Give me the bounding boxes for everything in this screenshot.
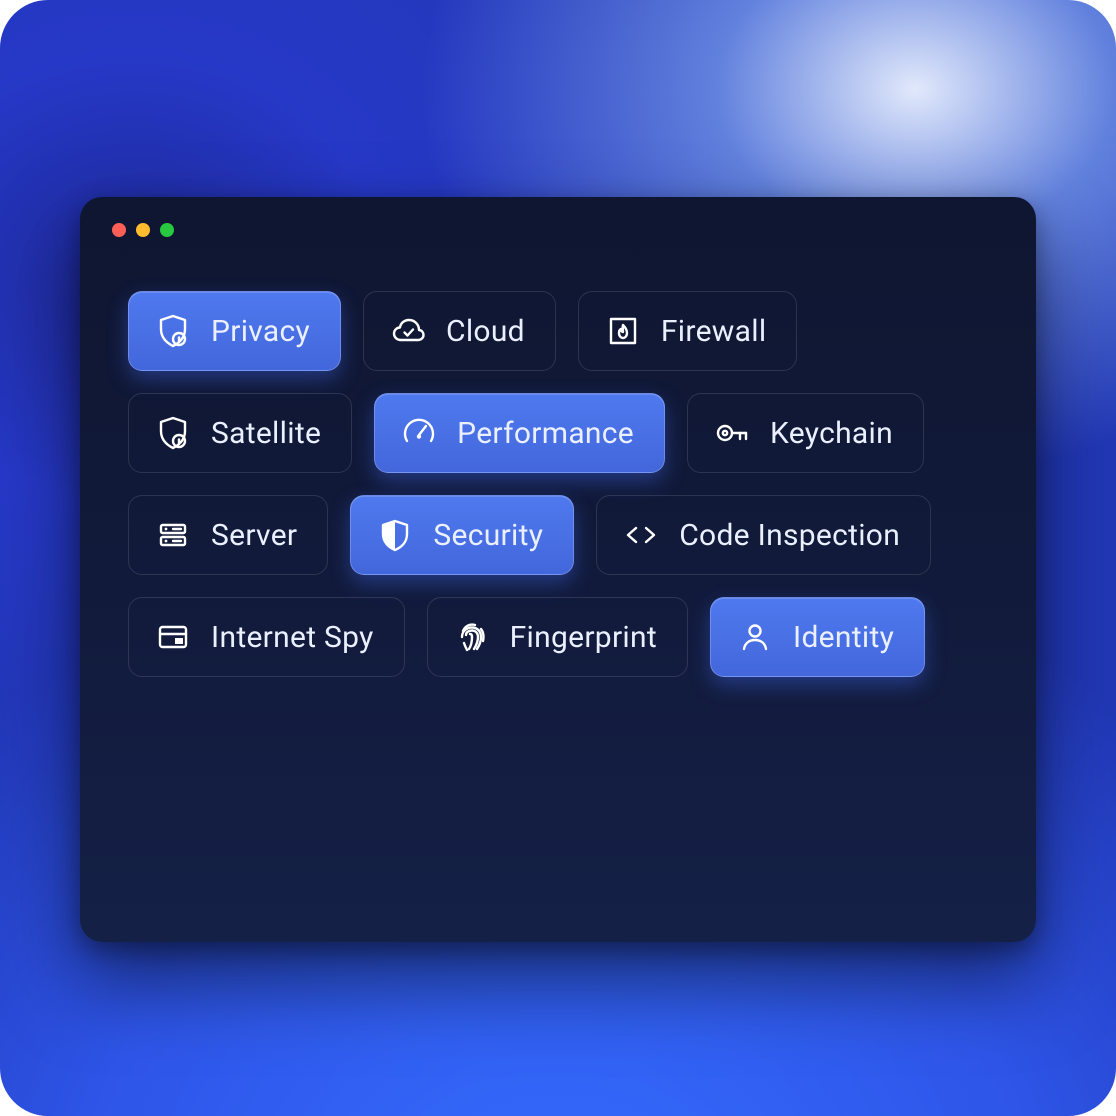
shield-lock-icon <box>155 415 191 451</box>
tag-identity[interactable]: Identity <box>710 597 925 677</box>
tag-label: Fingerprint <box>510 620 657 655</box>
tag-label: Internet Spy <box>211 620 374 655</box>
tag-label: Keychain <box>770 416 893 451</box>
fullscreen-button[interactable] <box>160 223 174 237</box>
tag-code-inspection[interactable]: Code Inspection <box>596 495 931 575</box>
key-icon <box>714 415 750 451</box>
window-controls <box>108 219 1008 237</box>
tag-firewall[interactable]: Firewall <box>578 291 798 371</box>
background: Privacy Cloud Firewall Satellite <box>0 0 1116 1116</box>
tag-label: Satellite <box>211 416 321 451</box>
tag-server[interactable]: Server <box>128 495 328 575</box>
gauge-icon <box>401 415 437 451</box>
fireplace-icon <box>605 313 641 349</box>
tag-security[interactable]: Security <box>350 495 574 575</box>
tag-label: Privacy <box>211 314 310 349</box>
tag-performance[interactable]: Performance <box>374 393 665 473</box>
fingerprint-icon <box>454 619 490 655</box>
tag-label: Identity <box>793 620 894 655</box>
tag-internet-spy[interactable]: Internet Spy <box>128 597 405 677</box>
tag-label: Cloud <box>446 314 525 349</box>
person-icon <box>737 619 773 655</box>
cloud-check-icon <box>390 313 426 349</box>
server-icon <box>155 517 191 553</box>
tag-cloud[interactable]: Cloud <box>363 291 556 371</box>
shield-lock-icon <box>155 313 191 349</box>
tag-label: Performance <box>457 416 634 451</box>
tag-keychain[interactable]: Keychain <box>687 393 924 473</box>
code-icon <box>623 517 659 553</box>
tag-grid: Privacy Cloud Firewall Satellite <box>108 291 1008 677</box>
tag-label: Security <box>433 518 543 553</box>
tag-fingerprint[interactable]: Fingerprint <box>427 597 688 677</box>
tag-privacy[interactable]: Privacy <box>128 291 341 371</box>
tag-label: Firewall <box>661 314 767 349</box>
tag-satellite[interactable]: Satellite <box>128 393 352 473</box>
shield-half-icon <box>377 517 413 553</box>
app-window: Privacy Cloud Firewall Satellite <box>80 197 1036 942</box>
browser-icon <box>155 619 191 655</box>
close-button[interactable] <box>112 223 126 237</box>
minimize-button[interactable] <box>136 223 150 237</box>
tag-label: Server <box>211 518 297 553</box>
tag-label: Code Inspection <box>679 518 900 553</box>
